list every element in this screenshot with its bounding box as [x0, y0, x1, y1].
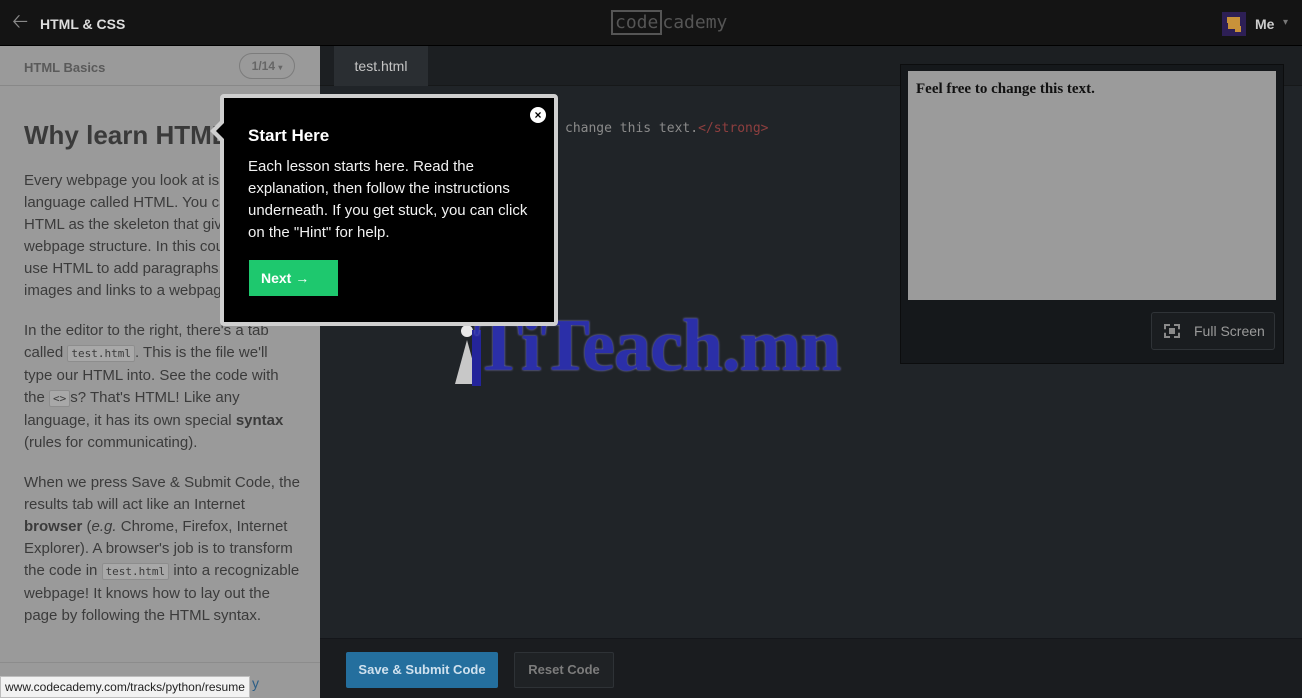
inline-code: test.html: [101, 563, 170, 580]
popup-title: Start Here: [248, 126, 330, 145]
back-arrow-icon[interactable]: 🡠: [12, 12, 28, 32]
editor-bottom-bar: Save & Submit Code Reset Code: [320, 638, 1302, 698]
chevron-down-icon[interactable]: ▾: [1283, 17, 1288, 28]
reset-code-button[interactable]: Reset Code: [514, 652, 614, 688]
next-button[interactable]: Next →: [249, 260, 338, 296]
course-title[interactable]: HTML & CSS: [40, 16, 125, 32]
preview-page: Feel free to change this text.: [908, 71, 1276, 300]
lesson-header: HTML Basics 1/14 ▾: [0, 46, 320, 86]
results-preview: Feel free to change this text. Full Scre…: [900, 64, 1284, 364]
footer-link[interactable]: y: [252, 675, 259, 691]
inline-code: <>: [49, 390, 71, 407]
start-here-popup: × Start Here Each lesson starts here. Re…: [210, 94, 558, 326]
fullscreen-icon: [1164, 324, 1180, 338]
code-editor[interactable]: change this text.</strong>: [565, 121, 769, 136]
top-bar: 🡠 HTML & CSS code cademy Me ▾: [0, 0, 1302, 46]
avatar[interactable]: [1222, 12, 1246, 36]
close-icon[interactable]: ×: [530, 107, 546, 123]
section-name: HTML Basics: [24, 60, 106, 75]
tab-test-html[interactable]: test.html: [334, 46, 428, 86]
codecademy-logo[interactable]: code cademy: [611, 10, 727, 35]
save-submit-button[interactable]: Save & Submit Code: [346, 652, 498, 688]
status-url: www.codecademy.com/tracks/python/resume: [0, 676, 250, 698]
exercise-pager[interactable]: 1/14 ▾: [239, 53, 295, 79]
inline-code: test.html: [67, 345, 135, 362]
lesson-paragraph-2: In the editor to the right, there's a ta…: [24, 322, 284, 451]
popup-message: Each lesson starts here. Read the explan…: [248, 158, 528, 241]
lesson-paragraph-3: When we press Save & Submit Code, the re…: [24, 474, 300, 624]
user-menu-label[interactable]: Me: [1255, 16, 1274, 32]
full-screen-button[interactable]: Full Screen: [1151, 312, 1275, 350]
chevron-down-icon: ▾: [278, 63, 283, 72]
